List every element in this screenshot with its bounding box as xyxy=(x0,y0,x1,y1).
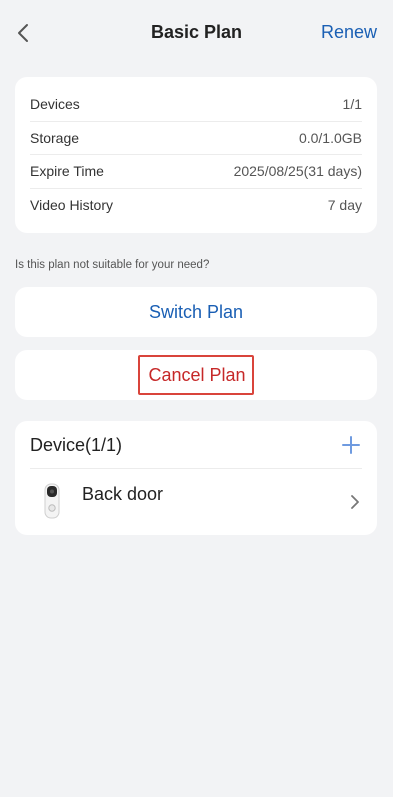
back-chevron-icon xyxy=(18,24,28,42)
renew-button[interactable]: Renew xyxy=(321,22,377,43)
info-label: Storage xyxy=(30,129,80,146)
info-value: 7 day xyxy=(327,197,362,214)
info-value: 0.0/1.0GB xyxy=(298,129,362,146)
info-row-storage: Storage 0.0/1.0GB xyxy=(30,122,362,155)
device-item-back-door[interactable]: Back door xyxy=(30,469,362,533)
device-list-title: Device(1/1) xyxy=(30,435,123,455)
info-value: 1/1 xyxy=(342,96,362,113)
info-label: Devices xyxy=(30,96,80,113)
plan-hint-text: Is this plan not suitable for your need? xyxy=(15,259,210,271)
info-label: Video History xyxy=(30,197,114,214)
info-label: Expire Time xyxy=(30,163,104,180)
plan-info-card: Devices 1/1 Storage 0.0/1.0GB Expire Tim… xyxy=(15,77,377,233)
back-button[interactable] xyxy=(10,18,36,48)
chevron-right-icon xyxy=(351,495,359,509)
switch-plan-label: Switch Plan xyxy=(148,301,244,322)
cancel-plan-card: Cancel Plan xyxy=(15,350,377,400)
switch-plan-button[interactable]: Switch Plan xyxy=(15,287,377,337)
cancel-plan-button[interactable]: Cancel Plan xyxy=(138,355,254,395)
add-device-button[interactable] xyxy=(340,434,362,456)
doorbell-icon xyxy=(40,481,64,521)
info-row-expire-time: Expire Time 2025/08/25(31 days) xyxy=(30,155,362,189)
header-bar: Basic Plan Renew xyxy=(0,0,393,66)
device-list-card: Device(1/1) Back door xyxy=(15,421,377,535)
info-row-video-history: Video History 7 day xyxy=(30,189,362,223)
info-value: 2025/08/25(31 days) xyxy=(233,163,362,180)
device-list-header: Device(1/1) xyxy=(30,421,362,469)
device-name: Back door xyxy=(82,483,164,504)
info-row-devices: Devices 1/1 xyxy=(30,88,362,122)
plus-icon xyxy=(342,435,360,454)
